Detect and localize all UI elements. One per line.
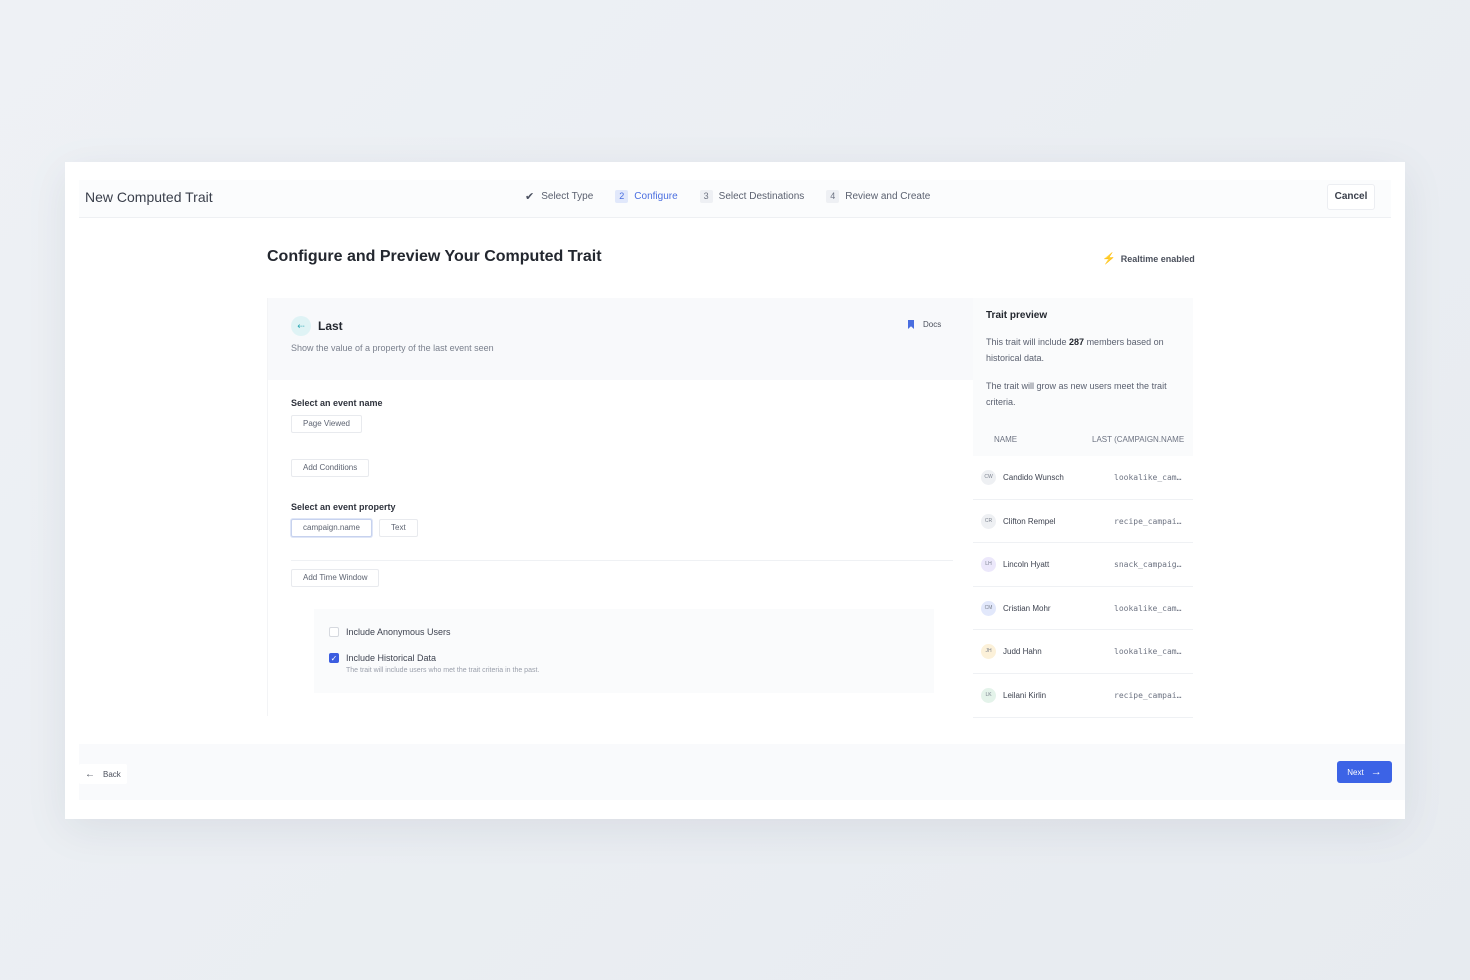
last-campaign-value: snack_campaig… [1114, 560, 1182, 570]
arrow-right-icon: → [1370, 766, 1382, 778]
table-row: CM Cristian Mohr lookalike_cam… [973, 586, 1193, 631]
cancel-button[interactable]: Cancel [1327, 184, 1375, 210]
realtime-badge: ⚡ Realtime enabled [1102, 252, 1195, 265]
preview-table-header: NAME LAST (CAMPAIGN.NAME) [973, 426, 1193, 454]
bookmark-icon [908, 320, 914, 329]
member-count: 287 [1069, 337, 1085, 347]
step-label: Configure [634, 191, 678, 202]
next-button[interactable]: Next → [1337, 761, 1392, 783]
lightning-icon: ⚡ [1102, 253, 1116, 265]
step-review-create[interactable]: 4 Review and Create [826, 190, 930, 203]
next-label: Next [1347, 767, 1364, 777]
table-row: JH Judd Hahn lookalike_cam… [973, 630, 1193, 674]
arrow-icon: ⇠ [291, 316, 311, 336]
step-label: Select Destinations [718, 191, 805, 202]
back-label: Back [103, 769, 121, 779]
event-name-select[interactable]: Page Viewed [291, 415, 362, 433]
last-campaign-value: recipe_campai… [1114, 690, 1182, 700]
historical-data-help: The trait will include users who met the… [346, 667, 540, 674]
anonymous-users-label: Include Anonymous Users [346, 627, 451, 637]
docs-label: Docs [923, 320, 942, 329]
check-icon: ✔ [525, 191, 535, 203]
last-campaign-value: recipe_campai… [1114, 516, 1182, 526]
stepper: ✔ Select Type 2 Configure 3 Select Desti… [525, 190, 952, 203]
avatar: CR [981, 513, 996, 529]
event-property-select[interactable]: campaign.name [291, 519, 372, 537]
trait-type-description: Show the value of a property of the last… [291, 343, 494, 353]
last-campaign-value: lookalike_cam… [1114, 603, 1182, 613]
step-select-type[interactable]: ✔ Select Type [525, 190, 593, 203]
event-name-label: Select an event name [291, 398, 383, 408]
historical-data-checkbox[interactable]: ✓ [329, 653, 339, 663]
column-last-campaign: LAST (CAMPAIGN.NAME) [1092, 435, 1184, 444]
avatar: CW [981, 470, 996, 485]
trait-type-header: ⇠ Last Show the value of a property of t… [268, 298, 974, 380]
avatar: LK [981, 687, 996, 703]
user-name: Clifton Rempel [1003, 516, 1056, 526]
realtime-label: Realtime enabled [1120, 253, 1195, 264]
user-name: Leilani Kirlin [1003, 690, 1047, 700]
preview-member-count: This trait will include 287 members base… [986, 337, 1164, 363]
modal-footer: ← Back Next → [79, 744, 1405, 800]
trait-type-name: Last [318, 319, 343, 333]
computed-trait-modal: New Computed Trait ✔ Select Type 2 Confi… [65, 162, 1405, 819]
anonymous-users-checkbox[interactable] [329, 627, 339, 637]
table-row: LK Leilani Kirlin recipe_campai… [973, 673, 1193, 718]
user-name: Candido Wunsch [1003, 473, 1064, 482]
back-button[interactable]: ← Back [79, 764, 127, 784]
step-number: 3 [699, 190, 713, 203]
historical-data-label: Include Historical Data [346, 653, 437, 663]
step-label: Select Type [541, 191, 594, 202]
column-name: NAME [994, 435, 1018, 444]
config-panel: ⇠ Last Show the value of a property of t… [267, 298, 974, 716]
table-row: CR Clifton Rempel recipe_campai… [973, 499, 1193, 544]
step-number: 2 [615, 190, 629, 203]
page-title: Configure and Preview Your Computed Trai… [267, 248, 602, 265]
preview-growth-note: The trait will grow as new users meet th… [986, 381, 1167, 407]
event-property-label: Select an event property [291, 502, 396, 512]
add-time-window-button[interactable]: Add Time Window [291, 569, 380, 587]
avatar: LH [981, 557, 996, 573]
last-campaign-value: lookalike_cam… [1114, 473, 1182, 482]
trait-preview-panel: Trait preview This trait will include 28… [973, 298, 1193, 718]
last-campaign-value: lookalike_cam… [1114, 647, 1182, 657]
step-select-destinations[interactable]: 3 Select Destinations [699, 190, 805, 203]
user-name: Lincoln Hyatt [1003, 560, 1050, 570]
add-conditions-button[interactable]: Add Conditions [291, 459, 370, 477]
preview-title: Trait preview [986, 310, 1048, 321]
user-name: Cristian Mohr [1003, 603, 1051, 613]
step-label: Review and Create [845, 191, 931, 202]
preview-table-body: CW Candido Wunsch lookalike_cam… CR Clifton … [973, 456, 1193, 718]
step-configure[interactable]: 2 Configure [615, 190, 678, 203]
docs-link[interactable]: Docs [908, 320, 941, 329]
avatar: CM [981, 600, 996, 616]
property-type-select[interactable]: Text [379, 519, 418, 537]
table-row: CW Candido Wunsch lookalike_cam… [973, 456, 1193, 500]
options-box: Include Anonymous Users ✓ Include Histor… [314, 609, 934, 693]
table-row: LH Lincoln Hyatt snack_campaig… [973, 543, 1193, 587]
step-number: 4 [826, 190, 840, 203]
arrow-left-icon: ← [85, 768, 95, 780]
avatar: JH [981, 644, 996, 660]
modal-header: New Computed Trait ✔ Select Type 2 Confi… [79, 180, 1391, 218]
divider [291, 560, 953, 561]
modal-title: New Computed Trait [85, 189, 213, 205]
user-name: Judd Hahn [1003, 647, 1042, 657]
